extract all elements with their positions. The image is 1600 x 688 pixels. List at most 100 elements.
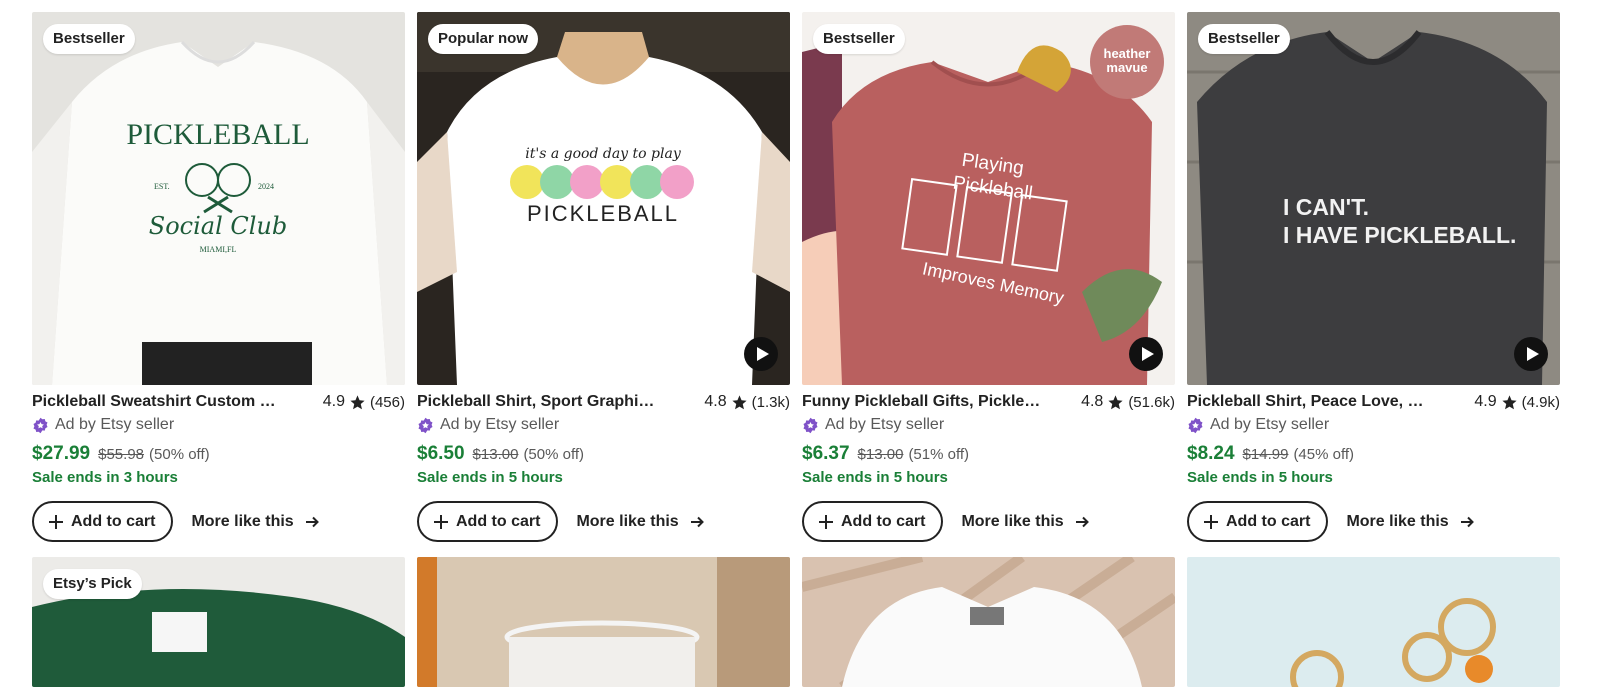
product-card[interactable]: Etsy’s Pick [32,557,405,687]
sale-ends-text: Sale ends in 3 hours [32,469,178,486]
svg-text:I HAVE PICKLEBALL.: I HAVE PICKLEBALL. [1283,222,1516,248]
add-to-cart-label: Add to cart [1226,512,1311,530]
candle-jar-image [417,557,790,687]
art-text: PICKLEBALL [126,118,309,151]
product-card[interactable]: I CAN'T. I HAVE PICKLEBALL. Bestseller P… [1187,12,1560,542]
review-count: (1.3k) [751,393,790,411]
tshirt-image: heather mavue Playing Pickleball Improve… [802,12,1175,385]
more-like-this-link[interactable]: More like this [576,513,704,531]
add-to-cart-label: Add to cart [71,512,156,530]
tshirt-image: I CAN'T. I HAVE PICKLEBALL. [1187,12,1560,385]
product-image[interactable]: I CAN'T. I HAVE PICKLEBALL. Bestseller [1187,12,1560,385]
original-price: $55.98 [98,446,145,463]
svg-text:MIAMI,FL: MIAMI,FL [200,245,237,254]
svg-text:it's a good day to play: it's a good day to play [525,146,682,162]
product-title[interactable]: Pickleball Shirt, Sport Graphic Tee [417,393,662,411]
play-video-button[interactable] [744,337,778,371]
rating: 4.8 (51.6k) [1081,393,1175,411]
product-card[interactable]: it's a good day to play PICKLEBALL Popul… [417,12,790,542]
arrow-right-icon [1075,516,1089,527]
discount-label: (45% off) [1293,446,1355,463]
play-icon [1141,347,1154,361]
rating-score: 4.8 [704,393,727,410]
play-video-button[interactable] [1514,337,1548,371]
add-to-cart-button[interactable]: Add to cart [802,501,944,542]
star-icon [1502,394,1517,409]
plus-icon [434,514,448,529]
rating-score: 4.9 [1474,393,1497,410]
more-like-this-label: More like this [576,512,679,530]
product-card[interactable]: PICKLEBALL EST. 2024 Social Club MIAMI,F… [32,12,405,542]
bestseller-badge: Bestseller [43,24,135,54]
more-like-this-link[interactable]: More like this [961,513,1089,531]
plus-icon [819,514,833,529]
etsy-seller-badge-icon [418,417,433,433]
product-title[interactable]: Pickleball Shirt, Peace Love, Funny Shir… [1187,393,1432,411]
discount-label: (50% off) [149,446,210,463]
product-title[interactable]: Pickleball Sweatshirt Custom Pickleball … [32,393,277,411]
add-to-cart-button[interactable]: Add to cart [417,501,559,542]
star-icon [350,394,365,409]
bestseller-badge: Bestseller [813,24,905,54]
more-like-this-link[interactable]: More like this [1346,513,1474,531]
svg-text:PICKLEBALL: PICKLEBALL [527,201,679,226]
review-count: (456) [369,393,405,411]
sale-price: $27.99 [32,443,91,464]
add-to-cart-button[interactable]: Add to cart [1187,501,1329,542]
rating: 4.8 (1.3k) [704,393,790,411]
more-like-this-link[interactable]: More like this [191,513,319,531]
star-icon [732,394,747,409]
sale-price: $6.37 [802,443,850,464]
more-like-this-label: More like this [1346,512,1449,530]
product-title[interactable]: Funny Pickleball Gifts, Pickleball Shirt [802,393,1047,411]
sale-ends-text: Sale ends in 5 hours [802,469,948,486]
bestseller-badge: Bestseller [1198,24,1290,54]
product-card[interactable] [802,557,1175,687]
plus-icon [1204,514,1218,529]
product-image[interactable]: Etsy’s Pick [32,557,405,687]
arrow-right-icon [690,516,704,527]
seller-label: Ad by Etsy seller [825,416,945,433]
product-card[interactable]: heather mavue Playing Pickleball Improve… [802,12,1175,542]
keychain-image [1187,557,1560,687]
etsy-seller-badge-icon [33,417,48,433]
sweatshirt-image: PICKLEBALL EST. 2024 Social Club MIAMI,F… [32,12,405,385]
product-image[interactable] [802,557,1175,687]
etsys-pick-badge: Etsy’s Pick [43,569,142,599]
play-video-button[interactable] [1129,337,1163,371]
add-to-cart-button[interactable]: Add to cart [32,501,174,542]
arrow-right-icon [305,516,319,527]
seller-label: Ad by Etsy seller [55,416,175,433]
review-count: (51.6k) [1128,393,1175,411]
rating-score: 4.8 [1081,393,1104,410]
sale-ends-text: Sale ends in 5 hours [1187,469,1333,486]
sale-ends-text: Sale ends in 5 hours [417,469,563,486]
product-image[interactable]: it's a good day to play PICKLEBALL Popul… [417,12,790,385]
etsy-seller-badge-icon [803,417,818,433]
svg-text:EST.: EST. [154,182,170,191]
add-to-cart-label: Add to cart [456,512,541,530]
product-image[interactable] [417,557,790,687]
seller-label: Ad by Etsy seller [1210,416,1330,433]
discount-label: (51% off) [908,446,970,463]
play-icon [1526,347,1539,361]
seller-label: Ad by Etsy seller [440,416,560,433]
white-sweatshirt-image [802,557,1175,687]
rating: 4.9 (4.9k) [1474,393,1560,411]
review-count: (4.9k) [1521,393,1560,411]
product-image[interactable]: heather mavue Playing Pickleball Improve… [802,12,1175,385]
sale-price: $6.50 [417,443,465,464]
tshirt-image: it's a good day to play PICKLEBALL [417,12,790,385]
popular-now-badge: Popular now [428,24,538,54]
add-to-cart-label: Add to cart [841,512,926,530]
discount-label: (50% off) [523,446,585,463]
plus-icon [49,514,63,529]
play-icon [756,347,769,361]
product-card[interactable] [417,557,790,687]
more-like-this-label: More like this [961,512,1064,530]
svg-text:mavue: mavue [1106,60,1147,75]
product-card[interactable] [1187,557,1560,687]
svg-text:2024: 2024 [258,182,274,191]
product-image[interactable] [1187,557,1560,687]
product-image[interactable]: PICKLEBALL EST. 2024 Social Club MIAMI,F… [32,12,405,385]
